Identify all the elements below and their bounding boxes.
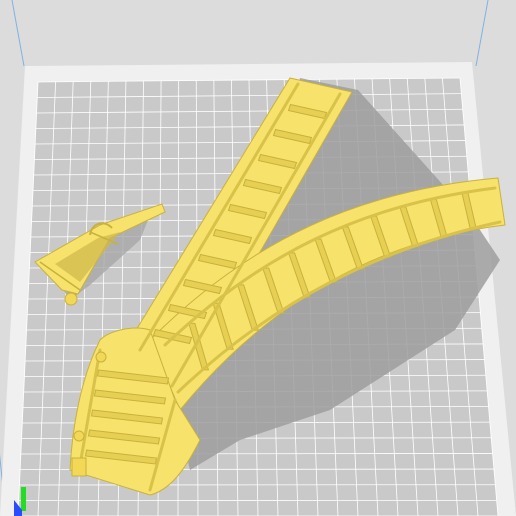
3d-viewport[interactable]	[0, 0, 516, 516]
axis-y-icon	[21, 487, 26, 511]
connector-peg	[95, 351, 107, 363]
connector-peg	[73, 430, 85, 442]
connector-tab	[71, 457, 87, 477]
small-part-peg	[64, 292, 78, 306]
